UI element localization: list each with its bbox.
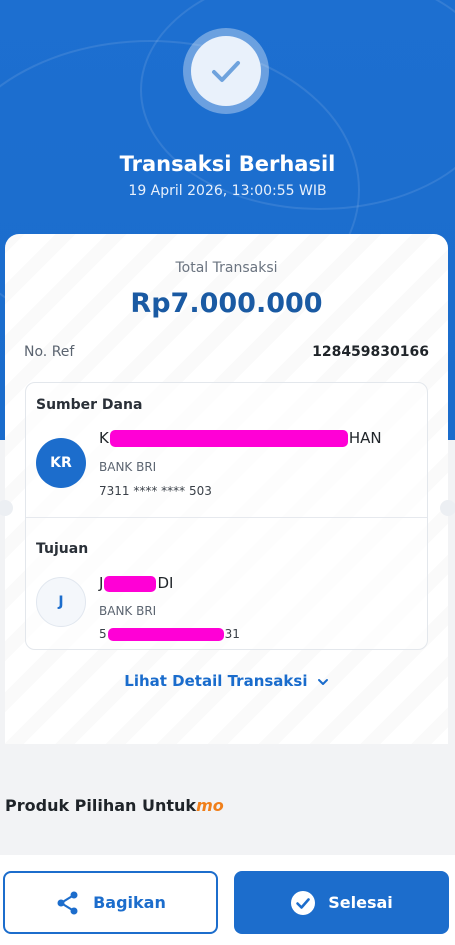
receipt-card: Total Transaksi Rp7.000.000 No. Ref 1284… [0,234,455,752]
redaction-mark [104,575,157,592]
ref-value: 128459830166 [312,344,429,360]
redaction-mark [109,430,348,447]
brand-logo: mo [196,796,224,815]
redaction-mark [107,628,224,641]
source-name-start: K [99,429,109,447]
detail-link-label: Lihat Detail Transaksi [124,672,308,690]
source-name-end: HAN [348,429,382,447]
source-name: K HAN [99,429,382,447]
ref-label: No. Ref [24,344,75,360]
produk-title-text: Produk Pilihan Untuk [5,796,197,815]
destination-account: 5 31 [99,627,240,641]
avatar: J [36,577,86,627]
total-label: Total Transaksi [175,260,278,276]
destination-bank: BANK BRI [99,604,157,618]
source-section-title: Sumber Dana [36,397,143,413]
avatar: KR [36,438,86,488]
transaction-datetime: 19 April 2026, 13:00:55 WIB [128,183,327,199]
source-bank: BANK BRI [99,460,157,474]
party-details: Sumber Dana KR K HAN BANK BRI 7311 **** *… [25,382,428,650]
total-amount: Rp7.000.000 [130,288,323,319]
check-circle-icon [290,890,316,916]
check-icon [191,36,261,106]
destination-account-start: 5 [99,627,107,641]
destination-name-end: DI [157,574,174,592]
destination-section-title: Tujuan [36,541,89,557]
destination-name: J DI [99,574,173,592]
receipt-notch [0,500,13,516]
page-title: Transaksi Berhasil [119,152,336,176]
done-button[interactable]: Selesai [234,871,449,934]
done-button-label: Selesai [328,893,393,912]
share-icon [55,890,81,916]
destination-name-start: J [99,574,104,592]
view-transaction-detail-link[interactable]: Lihat Detail Transaksi [5,672,448,691]
receipt-edge [5,742,448,752]
share-button-label: Bagikan [93,893,166,912]
receipt-notch [440,500,455,516]
source-account: 7311 **** **** 503 [99,484,212,498]
success-badge [183,28,269,114]
divider [26,517,427,518]
destination-account-end: 31 [224,627,240,641]
share-button[interactable]: Bagikan [3,871,218,934]
produk-title: Produk Pilihan Untukmo [5,796,224,815]
chevron-down-icon [317,673,329,691]
